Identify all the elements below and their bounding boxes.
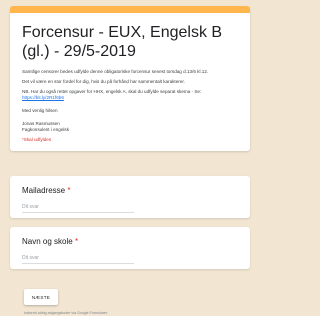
form-title: Forcensur - EUX, Engelsk B (gl.) - 29/5-…: [22, 24, 223, 60]
signature-name: Jonas Rasmussen: [22, 121, 60, 126]
next-button[interactable]: NÆSTE: [24, 289, 58, 305]
description-link[interactable]: https://bit.ly/2R1f6b6: [22, 95, 64, 100]
question-label-text: Navn og skole: [22, 237, 73, 246]
footer-note: Indsend aldrig adgangskoder via Google F…: [24, 311, 108, 315]
signature-role: Fagkonsulent i engelsk: [22, 127, 69, 132]
form-header-card: Forcensur - EUX, Engelsk B (gl.) - 29/5-…: [10, 6, 250, 151]
signature: Jonas Rasmussen Fagkonsulent i engelsk: [22, 121, 238, 133]
description-line: Det vil være en stor fordel for dig, hvi…: [22, 79, 185, 84]
question-email: Mailadresse *: [10, 176, 250, 218]
required-star: *: [67, 186, 71, 195]
form-page: Forcensur - EUX, Engelsk B (gl.) - 29/5-…: [0, 0, 260, 316]
question-label-text: Mailadresse: [22, 186, 66, 195]
greeting: Med venlig hilsen: [22, 108, 58, 113]
required-note: *Skal udfyldes: [22, 137, 52, 142]
description-line: NB. Har du også rettet opgaver for HHX, …: [22, 89, 238, 101]
name-school-field[interactable]: [22, 253, 134, 264]
email-field[interactable]: [22, 202, 134, 213]
question-label: Navn og skole *: [22, 237, 238, 246]
form-description: Samtlige censorer bedes udfylde denne ob…: [22, 69, 238, 133]
description-line: Samtlige censorer bedes udfylde denne ob…: [22, 69, 209, 74]
question-name-school: Navn og skole *: [10, 227, 250, 269]
description-text: NB. Har du også rettet opgaver for HHX, …: [22, 89, 202, 94]
required-star: *: [74, 237, 79, 246]
question-label: Mailadresse *: [22, 186, 238, 195]
